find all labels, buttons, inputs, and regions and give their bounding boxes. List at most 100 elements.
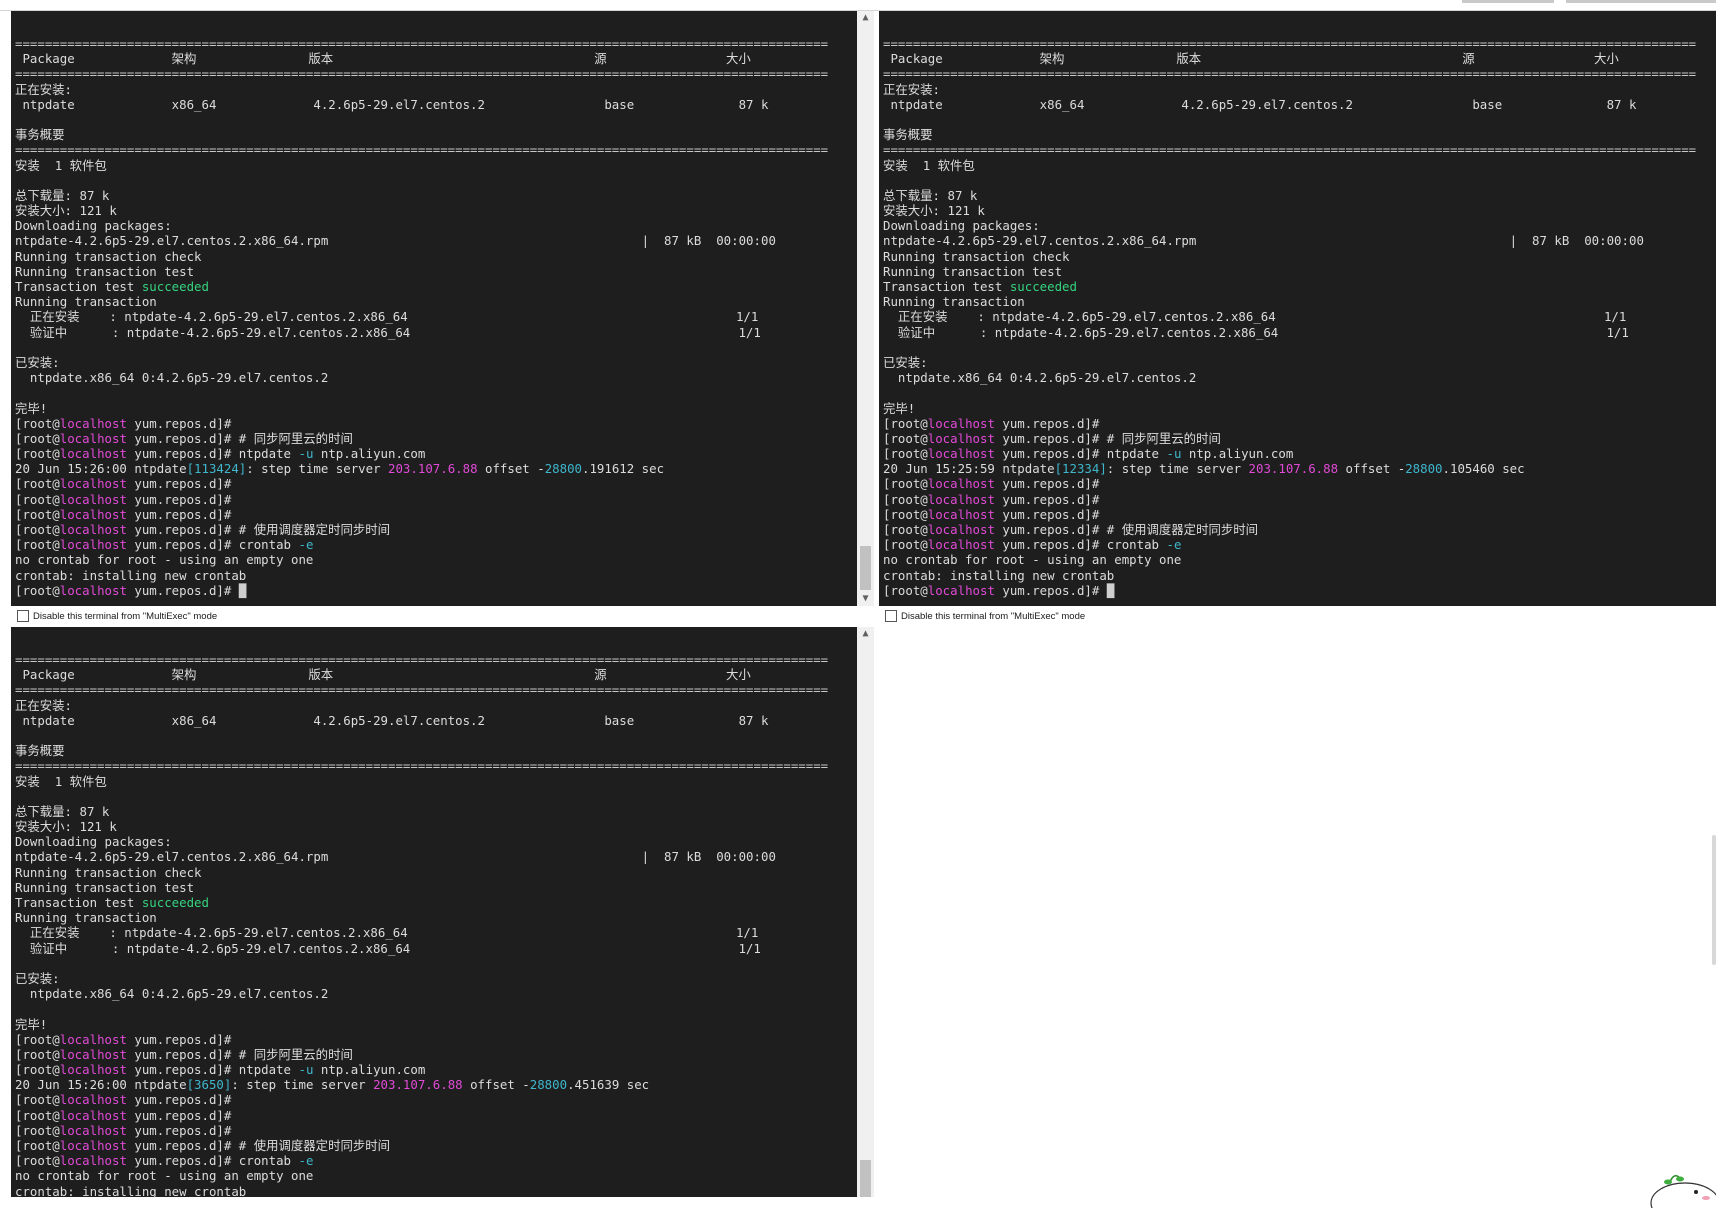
terminal-line: Running transaction check <box>879 249 1716 264</box>
terminal-text: Running transaction check <box>15 864 202 880</box>
terminal-text: succeeded <box>1009 279 1077 294</box>
terminal-text: 已安装: <box>883 354 928 370</box>
scrollbar-thumb[interactable] <box>860 546 871 590</box>
terminal-line: ========================================… <box>11 36 857 51</box>
chevron-up-icon[interactable]: ▲ <box>857 627 874 641</box>
terminal-text: localhost <box>59 430 127 446</box>
terminal-text: 203.107.6.88 <box>1248 461 1339 477</box>
terminal-text: Downloading packages: <box>883 218 1040 234</box>
terminal-line: Running transaction <box>11 294 857 309</box>
terminal-text: -e <box>298 1153 314 1169</box>
terminal-text: yum.repos.d]# <box>126 506 232 522</box>
terminal-text: yum.repos.d]# ntpdate <box>126 446 299 462</box>
terminal-text: yum.repos.d]# # 使用调度器定时同步时间 <box>126 522 391 537</box>
terminal-text: 正在安装: <box>15 81 73 97</box>
terminal-text: 28800 <box>544 461 582 477</box>
terminal-line: Transaction test succeeded <box>879 279 1716 294</box>
terminal-line: 验证中 : ntpdate-4.2.6p5-29.el7.centos.2.x8… <box>879 325 1716 340</box>
chevron-down-icon[interactable]: ▼ <box>857 592 874 606</box>
terminal-line: crontab: installing new crontab <box>11 1184 857 1197</box>
terminal-text: [root@ <box>15 430 60 446</box>
terminal-text: [root@ <box>883 506 928 522</box>
terminal-text: localhost <box>59 446 127 462</box>
terminal-line: 事务概要 <box>11 127 857 142</box>
terminal-line: 总下载量: 87 k <box>11 188 857 203</box>
terminal-text: localhost <box>927 476 995 492</box>
terminal-line: ntpdate.x86_64 0:4.2.6p5-29.el7.centos.2 <box>11 986 857 1001</box>
checkbox-box[interactable] <box>885 610 897 623</box>
terminal-text: [root@ <box>15 506 60 522</box>
terminal-line: crontab: installing new crontab <box>11 568 857 583</box>
terminal-text: ========================================… <box>883 142 1697 158</box>
multiexec-disable-checkbox-1[interactable]: Disable this terminal from "MultiExec" m… <box>17 610 217 624</box>
terminal-line: 正在安装: <box>879 82 1716 97</box>
terminal-line: [root@localhost yum.repos.d]# <box>11 1032 857 1047</box>
terminal-line: ========================================… <box>11 652 857 667</box>
terminal-text: yum.repos.d]# <box>994 506 1100 522</box>
terminal-line: [root@localhost yum.repos.d]# crontab -e <box>11 1153 857 1168</box>
terminal-text: .105460 sec <box>1442 461 1525 477</box>
terminal-line: [root@localhost yum.repos.d]# <box>11 416 857 431</box>
terminal-line: [root@localhost yum.repos.d]# crontab -e <box>879 537 1716 552</box>
terminal-line: 已安装: <box>11 355 857 370</box>
terminal-text: Transaction test <box>15 279 142 294</box>
terminal-line: 验证中 : ntpdate-4.2.6p5-29.el7.centos.2.x8… <box>11 325 857 340</box>
terminal-text: [root@ <box>883 446 928 462</box>
terminal-line: ntpdate x86_64 4.2.6p5-29.el7.centos.2 b… <box>879 97 1716 112</box>
terminal-text: 安装大小: 121 k <box>883 203 985 219</box>
terminal-text: yum.repos.d]# <box>994 476 1100 492</box>
multiexec-disable-checkbox-2[interactable]: Disable this terminal from "MultiExec" m… <box>885 610 1085 624</box>
terminal-text: 正在安装 : ntpdate-4.2.6p5-29.el7.centos.2.x… <box>883 309 1627 325</box>
terminal-text: Downloading packages: <box>15 218 172 234</box>
terminal-3-scrollbar[interactable]: ▲ <box>857 627 874 1197</box>
terminal-text: 完毕! <box>15 400 48 416</box>
terminal-text: .451639 sec <box>567 1077 650 1093</box>
terminal-text: localhost <box>927 506 995 522</box>
toolbar-tab-indicator[interactable] <box>1462 0 1554 3</box>
terminal-text: 28800 <box>529 1077 568 1093</box>
terminal-pane-3[interactable]: ========================================… <box>11 627 857 1197</box>
toolbar-tab-indicator[interactable] <box>1566 0 1716 3</box>
terminal-text: yum.repos.d]# # 使用调度器定时同步时间 <box>994 522 1259 537</box>
terminal-text: .191612 sec <box>582 461 665 477</box>
terminal-1-scrollbar[interactable]: ▲ ▼ <box>857 11 874 606</box>
terminal-line: [root@localhost yum.repos.d]# █ <box>879 583 1716 598</box>
scrollbar-thumb[interactable] <box>860 1160 871 1197</box>
terminal-text: [root@ <box>15 415 60 431</box>
terminal-pane-2[interactable]: ========================================… <box>879 11 1716 606</box>
terminal-text: yum.repos.d]# # 同步阿里云的时间 <box>126 430 353 446</box>
terminal-text: succeeded <box>141 895 209 910</box>
terminal-text: localhost <box>927 430 995 446</box>
terminal-text: : step time server <box>231 1077 374 1093</box>
chevron-up-icon[interactable]: ▲ <box>857 11 874 25</box>
terminal-line: [root@localhost yum.repos.d]# <box>11 1092 857 1107</box>
terminal-text: [root@ <box>15 537 60 553</box>
terminal-line: ntpdate-4.2.6p5-29.el7.centos.2.x86_64.r… <box>11 233 857 248</box>
terminal-text: localhost <box>927 446 995 462</box>
terminal-text: [12334] <box>1054 461 1107 477</box>
terminal-line: 总下载量: 87 k <box>11 804 857 819</box>
terminal-text: 正在安装: <box>883 81 941 97</box>
terminal-text: yum.repos.d]# <box>126 1031 232 1047</box>
terminal-line: [root@localhost yum.repos.d]# <box>11 1108 857 1123</box>
mascot-icon <box>1640 1168 1716 1212</box>
terminal-text: ========================================… <box>15 66 829 82</box>
terminal-text: ntpdate-4.2.6p5-29.el7.centos.2.x86_64.r… <box>15 849 776 865</box>
terminal-line: [root@localhost yum.repos.d]# # 使用调度器定时同… <box>879 522 1716 537</box>
terminal-text: 20 Jun 15:26:00 ntpdate <box>15 1077 187 1093</box>
terminal-line: ========================================… <box>879 36 1716 51</box>
terminal-text: ntpdate x86_64 4.2.6p5-29.el7.centos.2 b… <box>883 96 1637 112</box>
terminal-text: localhost <box>59 1046 127 1062</box>
terminal-line: ========================================… <box>879 66 1716 81</box>
terminal-line: Running transaction test <box>879 264 1716 279</box>
terminal-cursor: █ <box>1106 582 1115 598</box>
terminal-cursor: █ <box>238 582 247 598</box>
terminal-text: [root@ <box>15 476 60 492</box>
terminal-pane-1[interactable]: ========================================… <box>11 11 857 606</box>
terminal-text: Package 架构 版本 源 大小 <box>883 51 1619 67</box>
terminal-line: ntpdate-4.2.6p5-29.el7.centos.2.x86_64.r… <box>11 849 857 864</box>
checkbox-box[interactable] <box>17 610 29 623</box>
top-toolbar <box>0 0 1716 11</box>
